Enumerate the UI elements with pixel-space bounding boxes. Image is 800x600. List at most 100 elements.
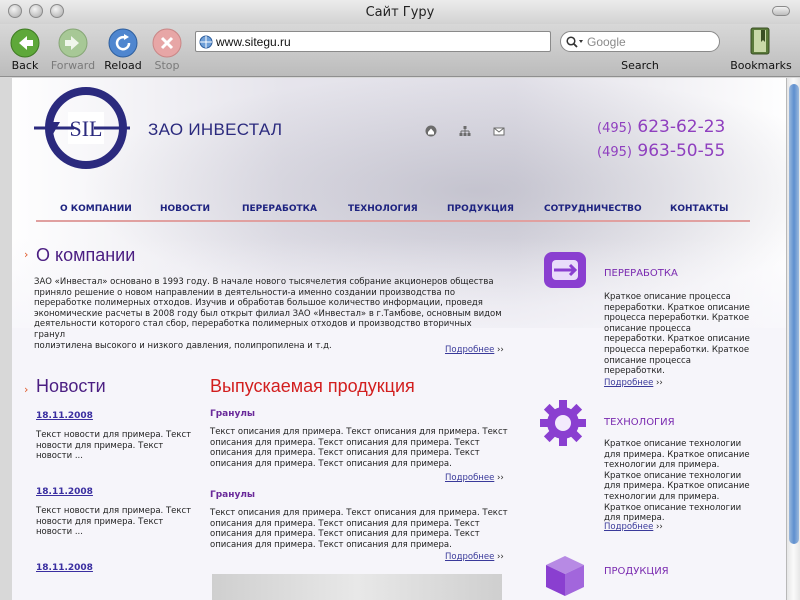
sidebar-line: переработки. [604, 366, 665, 377]
section-chevron: › [24, 383, 29, 396]
menu-item-products[interactable]: ПРОДУКЦИЯ [447, 204, 514, 214]
news-date-link[interactable]: 18.11.2008 [36, 411, 93, 421]
product-line: описания для примера. Текст описания для… [210, 539, 452, 550]
reload-icon [108, 28, 138, 58]
main-menu: О КОМПАНИИ НОВОСТИ ПЕРЕРАБОТКА ТЕХНОЛОГИ… [36, 202, 750, 222]
menu-item-processing[interactable]: ПЕРЕРАБОТКА [242, 204, 317, 214]
sidebar-line: процесса переработки. Краткое [604, 313, 750, 324]
product-line: описания для примера. Текст описания для… [210, 448, 480, 459]
sidebar-line: Краткое описание технологии [604, 439, 742, 449]
search-input[interactable]: Google [560, 31, 720, 52]
more-arrow: ›› [497, 473, 504, 483]
sidebar-more-link[interactable]: Подробнее [604, 378, 653, 388]
section-chevron: › [24, 248, 29, 261]
menu-item-contacts[interactable]: КОНТАКТЫ [670, 204, 728, 214]
search-label: Search [621, 59, 659, 72]
news-text: Текст новости для примера. Текст новости… [36, 506, 196, 538]
sidebar-line: технологии для примера. [604, 460, 720, 471]
window-title: Сайт Гуру [365, 5, 435, 20]
product-line: описания для примера. Текст описания для… [210, 518, 480, 529]
news-text: Текст новости для примера. Текст новости… [36, 430, 196, 462]
sitemap-icon[interactable] [459, 122, 471, 136]
product-more-link[interactable]: Подробнее [445, 473, 494, 483]
home-icon[interactable] [425, 122, 437, 137]
more-arrow: ›› [497, 345, 504, 355]
about-line: приняло решение о новом направлении в де… [34, 287, 456, 298]
sidebar-line: описание процесса [604, 323, 691, 334]
product-line: Текст описания для примера. Текст описан… [210, 508, 508, 518]
news-date-link[interactable]: 18.11.2008 [36, 563, 93, 573]
bookmarks-book-icon [750, 27, 770, 55]
sidebar-line: для примера. Краткое описание [604, 449, 750, 460]
forward-button[interactable] [58, 28, 88, 58]
about-text: ЗАО «Инвестал» основано в 1993 году. В н… [34, 277, 504, 351]
url-field[interactable]: www.sitegu.ru [195, 31, 551, 52]
product-name-link[interactable]: Гранулы [210, 409, 255, 419]
sidebar-line: Краткое описание технологии [604, 502, 742, 513]
menu-item-technology[interactable]: ТЕХНОЛОГИЯ [348, 204, 418, 214]
sidebar-title-technology: ТЕХНОЛОГИЯ [604, 417, 675, 428]
news-line: новости ... [36, 451, 83, 462]
phone-number: 623-62-23 [637, 117, 726, 137]
menu-item-about[interactable]: О КОМПАНИИ [60, 204, 132, 214]
sidebar-line: технологии для примера. [604, 491, 720, 502]
search-placeholder: Google [587, 35, 626, 49]
product-line: Текст описания для примера. Текст описан… [210, 427, 508, 437]
product-text: Текст описания для примера. Текст описан… [210, 508, 510, 550]
sidebar-line: Краткое описание технологии [604, 470, 742, 481]
reload-button[interactable] [108, 28, 138, 58]
stop-button[interactable] [152, 28, 182, 58]
about-more-link[interactable]: Подробнее [445, 345, 494, 355]
product-line: описания для примера. Текст описания для… [210, 529, 480, 540]
browser-toolbar: Back Forward Reload Stop www.sitegu.ru G… [0, 24, 800, 77]
product-more: Подробнее ›› [445, 473, 504, 483]
news-line: Текст новости для примера. Текст [36, 506, 192, 516]
company-logo[interactable]: SIL [34, 86, 130, 176]
news-date-link[interactable]: 18.11.2008 [36, 487, 93, 497]
bookmarks-button[interactable] [748, 26, 772, 56]
product-more-link[interactable]: Подробнее [445, 552, 494, 562]
product-text: Текст описания для примера. Текст описан… [210, 427, 510, 469]
sidebar-line: переработки. Краткое описание [604, 334, 750, 345]
phone-code: (495) [597, 145, 632, 160]
news-line: Текст новости для примера. Текст [36, 430, 192, 440]
header-icon-bar [425, 122, 522, 141]
news-title: Новости [36, 376, 106, 396]
recycle-icon [544, 252, 586, 288]
bookmarks-label: Bookmarks [730, 59, 792, 72]
more-arrow: ›› [656, 522, 663, 532]
menu-item-news[interactable]: НОВОСТИ [160, 204, 210, 214]
product-name-link[interactable]: Гранулы [210, 490, 255, 500]
sidebar-text: Краткое описание технологии для примера.… [604, 439, 774, 524]
reload-label: Reload [104, 59, 142, 72]
phone-block: (495) 623-62-23 (495) 963-50-55 [597, 116, 725, 164]
mail-icon[interactable] [493, 122, 505, 136]
about-title: О компании [36, 245, 136, 265]
news-line: новости для примера. Текст [36, 516, 164, 527]
sidebar-title-products: ПРОДУКЦИЯ [604, 566, 669, 577]
forward-arrow-icon [58, 28, 88, 58]
sidebar-more-link[interactable]: Подробнее [604, 522, 653, 532]
sidebar-line: Краткое описание процесса [604, 292, 731, 302]
web-page: SIL ЗАО ИНВЕСТАЛ (495) 623-62-23 (495) 9… [12, 78, 786, 600]
logo-letters: SIL [70, 116, 103, 141]
gear-icon [540, 400, 586, 446]
news-line: новости ... [36, 527, 83, 538]
sidebar-more: Подробнее ›› [604, 522, 663, 532]
menu-item-cooperation[interactable]: СОТРУДНИЧЕСТВО [544, 204, 642, 214]
toolbar-toggle-button[interactable] [772, 6, 790, 16]
phone-line-1: (495) 623-62-23 [597, 116, 725, 140]
sidebar-title-processing: ПЕРЕРАБОТКА [604, 268, 678, 279]
about-line: ЗАО «Инвестал» основано в 1993 году. В н… [34, 277, 494, 287]
forward-label: Forward [50, 59, 96, 72]
sidebar-line: для примера. Краткое описание [604, 481, 750, 492]
about-line: полиэтилена высокого и низкого давления,… [34, 340, 332, 351]
vertical-scrollbar[interactable] [786, 78, 800, 600]
search-icon [566, 36, 583, 48]
back-label: Back [11, 59, 39, 72]
back-button[interactable] [10, 28, 40, 58]
scrollbar-thumb[interactable] [789, 84, 799, 544]
company-name: ЗАО ИНВЕСТАЛ [148, 120, 283, 139]
stop-label: Stop [154, 59, 180, 72]
sidebar-more: Подробнее ›› [604, 378, 663, 388]
